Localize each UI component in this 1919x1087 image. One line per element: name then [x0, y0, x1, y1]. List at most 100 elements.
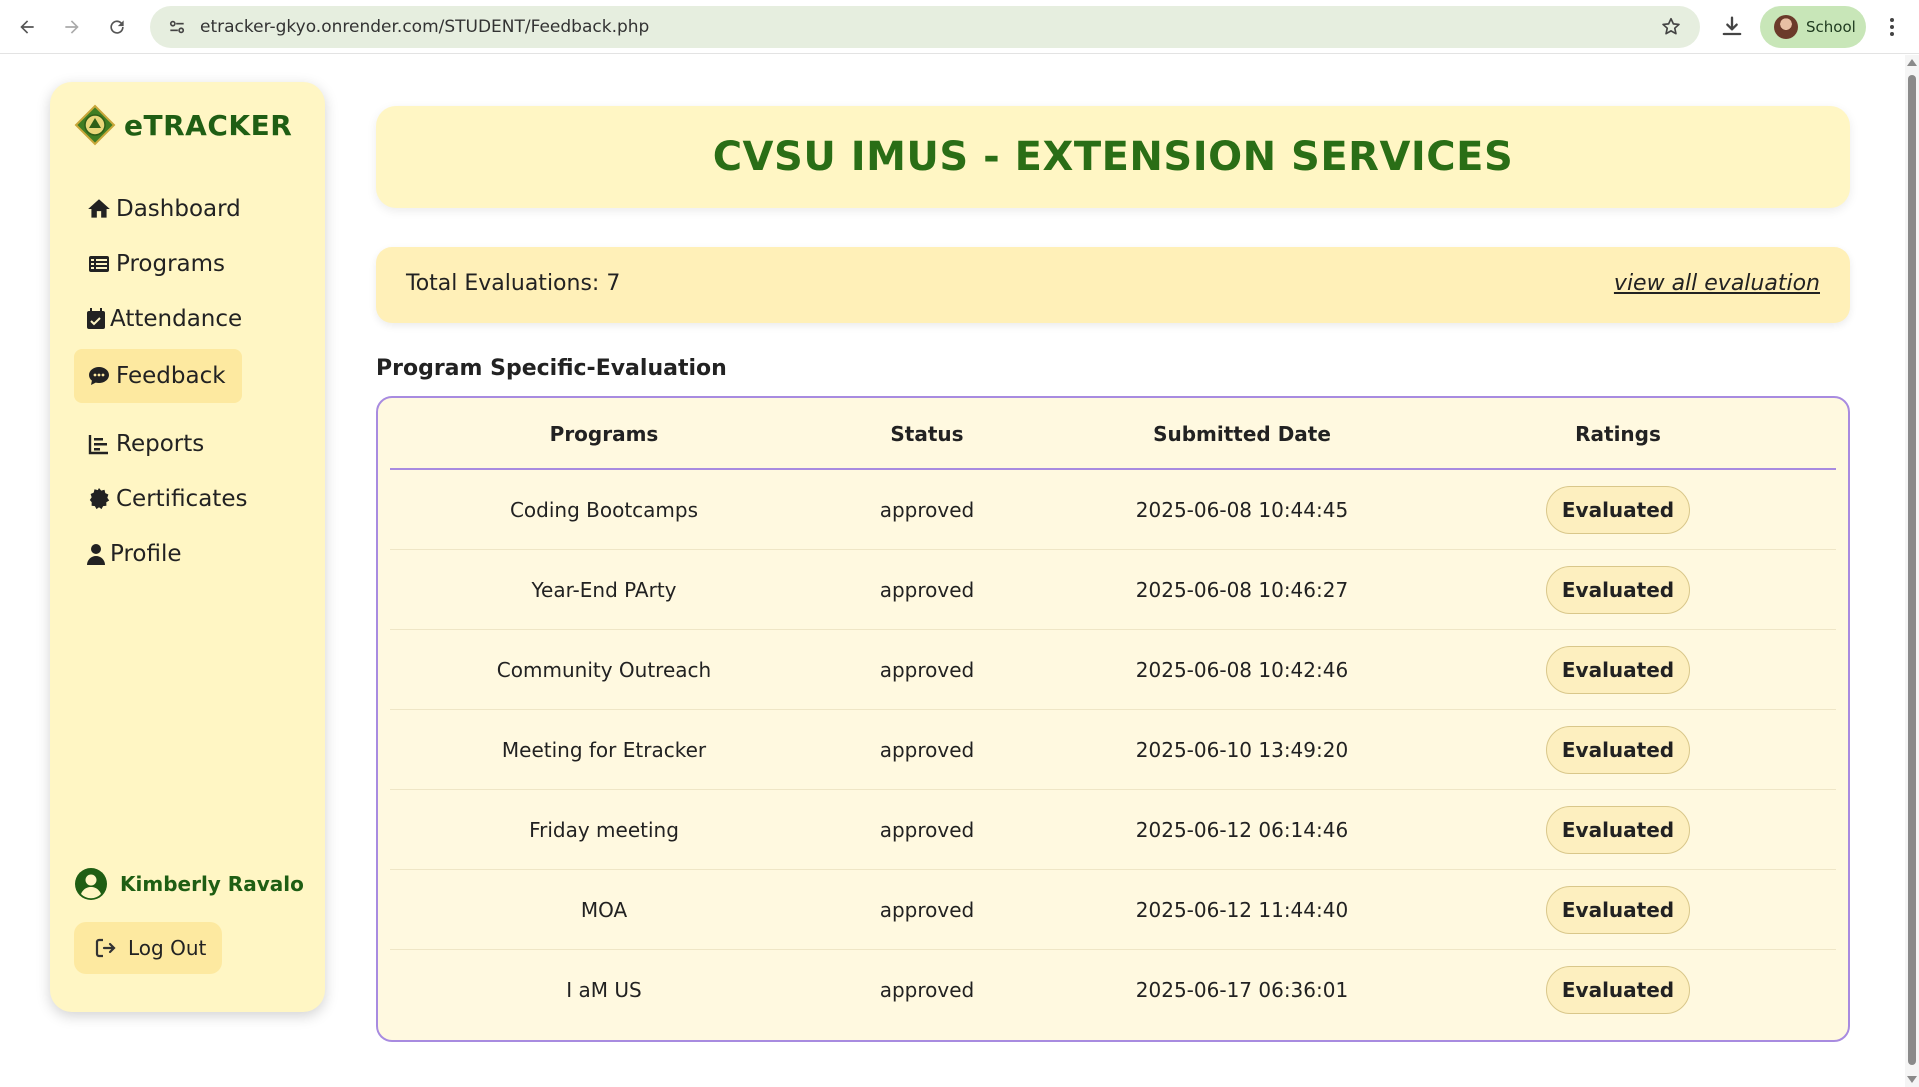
scrollbar-thumb[interactable]	[1908, 75, 1916, 1065]
bookmark-star-icon[interactable]	[1660, 16, 1682, 38]
calendar-check-icon	[86, 306, 106, 332]
arrow-right-icon	[65, 20, 79, 34]
browser-toolbar: etracker-gkyo.onrender.com/STUDENT/Feedb…	[0, 0, 1919, 54]
status-cell: approved	[879, 898, 975, 922]
evaluated-button[interactable]: Evaluated	[1546, 486, 1690, 534]
sidebar-item-programs[interactable]: Programs	[74, 237, 241, 291]
header-banner: CVSU IMUS - EXTENSION SERVICES	[376, 106, 1850, 208]
profile-chip[interactable]: School	[1760, 6, 1866, 48]
evaluated-button[interactable]: Evaluated	[1546, 646, 1690, 694]
sidebar: eTRACKER Dashboard Programs Attendance F…	[50, 82, 325, 1012]
sign-out-icon	[94, 936, 118, 960]
program-cell: MOA	[580, 898, 628, 922]
total-evaluations: Total Evaluations: 7	[406, 271, 621, 296]
reload-icon	[110, 20, 124, 34]
date-cell: 2025-06-08 10:46:27	[1135, 578, 1349, 602]
sidebar-item-profile[interactable]: Profile	[74, 527, 198, 581]
home-icon	[86, 196, 112, 222]
evaluated-button[interactable]: Evaluated	[1546, 726, 1690, 774]
column-header-programs: Programs	[549, 422, 659, 446]
table-header: Programs Status Submitted Date Ratings	[390, 398, 1836, 470]
date-cell: 2025-06-10 13:49:20	[1135, 738, 1349, 762]
evaluation-table: Programs Status Submitted Date Ratings C…	[376, 396, 1850, 1042]
list-icon	[86, 251, 112, 277]
certificate-icon	[86, 486, 112, 512]
page-scrollbar[interactable]	[1905, 55, 1919, 1087]
forward-button[interactable]	[57, 12, 87, 42]
table-row: MOA approved 2025-06-12 11:44:40 Evaluat…	[390, 870, 1836, 950]
table-row: Coding Bootcamps approved 2025-06-08 10:…	[390, 470, 1836, 550]
sidebar-item-label: Reports	[116, 431, 205, 457]
sidebar-item-label: Profile	[110, 541, 182, 567]
status-cell: approved	[879, 578, 975, 602]
address-bar[interactable]: etracker-gkyo.onrender.com/STUDENT/Feedb…	[150, 6, 1700, 48]
program-cell: Meeting for Etracker	[501, 738, 707, 762]
rating-cell: Evaluated	[1448, 710, 1788, 790]
sidebar-item-label: Feedback	[116, 363, 226, 389]
program-cell: Community Outreach	[496, 658, 712, 682]
url-text[interactable]: etracker-gkyo.onrender.com/STUDENT/Feedb…	[200, 17, 649, 37]
program-cell: Coding Bootcamps	[509, 498, 699, 522]
column-header-ratings: Ratings	[1575, 422, 1661, 446]
arrow-left-icon	[20, 20, 34, 34]
profile-avatar	[1774, 15, 1798, 39]
user-circle-icon	[75, 868, 107, 900]
table-row: Meeting for Etracker approved 2025-06-10…	[390, 710, 1836, 790]
date-cell: 2025-06-08 10:44:45	[1135, 498, 1349, 522]
status-cell: approved	[879, 978, 975, 1002]
brand-name: eTRACKER	[124, 108, 293, 142]
date-cell: 2025-06-17 06:36:01	[1135, 978, 1349, 1002]
more-vert-icon	[1890, 18, 1894, 36]
current-user: Kimberly Ravalo	[74, 867, 304, 901]
section-title: Program Specific-Evaluation	[376, 356, 727, 381]
evaluated-button[interactable]: Evaluated	[1546, 886, 1690, 934]
status-cell: approved	[879, 498, 975, 522]
user-name: Kimberly Ravalo	[120, 872, 304, 896]
sidebar-item-feedback[interactable]: Feedback	[74, 349, 242, 403]
sidebar-item-label: Dashboard	[116, 196, 241, 222]
column-header-submitted-date: Submitted Date	[1153, 422, 1331, 446]
program-cell: I aM US	[566, 978, 642, 1002]
sidebar-item-label: Programs	[116, 251, 226, 277]
sidebar-item-label: Certificates	[116, 486, 248, 512]
reload-button[interactable]	[102, 12, 132, 42]
evaluation-summary: Total Evaluations: 7 view all evaluation	[376, 247, 1850, 323]
evaluated-button[interactable]: Evaluated	[1546, 806, 1690, 854]
browser-menu-button[interactable]	[1882, 13, 1902, 41]
page-title: CVSU IMUS - EXTENSION SERVICES	[712, 134, 1514, 180]
sidebar-item-certificates[interactable]: Certificates	[74, 472, 263, 526]
sidebar-item-attendance[interactable]: Attendance	[74, 292, 258, 346]
evaluated-button[interactable]: Evaluated	[1546, 966, 1690, 1014]
program-cell: Friday meeting	[529, 818, 679, 842]
status-cell: approved	[879, 738, 975, 762]
evaluated-button[interactable]: Evaluated	[1546, 566, 1690, 614]
sidebar-item-dashboard[interactable]: Dashboard	[74, 182, 257, 236]
site-settings-icon[interactable]	[166, 16, 188, 38]
download-button[interactable]	[1718, 13, 1746, 41]
table-row: I aM US approved 2025-06-17 06:36:01 Eva…	[390, 950, 1836, 1030]
scroll-down-arrow-icon[interactable]	[1907, 1076, 1917, 1083]
profile-label: School	[1806, 18, 1856, 36]
status-cell: approved	[879, 818, 975, 842]
download-icon	[1722, 16, 1742, 36]
date-cell: 2025-06-12 11:44:40	[1135, 898, 1349, 922]
chart-bar-icon	[86, 431, 112, 457]
rating-cell: Evaluated	[1448, 950, 1788, 1030]
page-content: eTRACKER Dashboard Programs Attendance F…	[0, 55, 1905, 1087]
column-header-status: Status	[890, 422, 964, 446]
brand[interactable]: eTRACKER	[74, 104, 292, 146]
cvsu-logo-icon	[74, 104, 116, 146]
rating-cell: Evaluated	[1448, 630, 1788, 710]
sidebar-item-label: Attendance	[110, 306, 243, 332]
sidebar-item-reports[interactable]: Reports	[74, 417, 220, 471]
table-row: Community Outreach approved 2025-06-08 1…	[390, 630, 1836, 710]
scroll-up-arrow-icon[interactable]	[1907, 59, 1917, 66]
table-row: Year-End PArty approved 2025-06-08 10:46…	[390, 550, 1836, 630]
logout-button[interactable]: Log Out	[74, 922, 222, 974]
view-all-evaluation-link[interactable]: view all evaluation	[1614, 271, 1820, 296]
user-icon	[86, 541, 106, 567]
date-cell: 2025-06-08 10:42:46	[1135, 658, 1349, 682]
back-button[interactable]	[12, 12, 42, 42]
rating-cell: Evaluated	[1448, 870, 1788, 950]
program-cell: Year-End PArty	[531, 578, 677, 602]
